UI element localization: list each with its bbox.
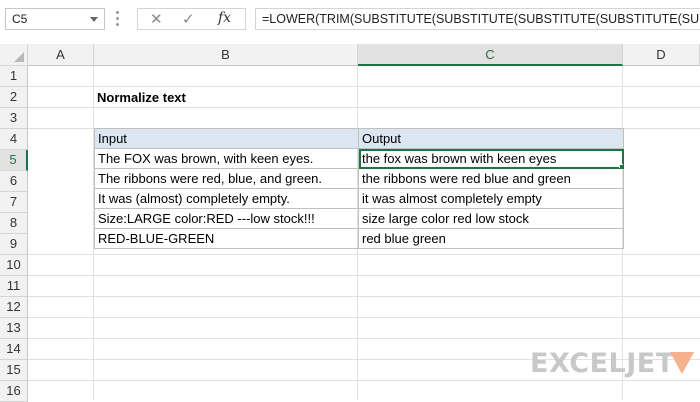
table-row: Size:LARGE color:RED ---low stock!!! siz… bbox=[94, 208, 624, 229]
row-header-9[interactable]: 9 bbox=[0, 234, 28, 255]
name-box-value: C5 bbox=[12, 12, 28, 26]
cancel-icon[interactable]: ✕ bbox=[150, 10, 163, 28]
row-header-15[interactable]: 15 bbox=[0, 360, 28, 381]
table-row: The ribbons were red, blue, and green. t… bbox=[94, 168, 624, 189]
table-header-row: Input Output bbox=[94, 128, 624, 149]
gridline bbox=[28, 317, 700, 318]
gridline bbox=[28, 86, 700, 87]
row-header-11[interactable]: 11 bbox=[0, 276, 28, 297]
formula-buttons: ✕ ✓ fx bbox=[137, 8, 246, 30]
row-header-2[interactable]: 2 bbox=[0, 87, 28, 108]
input-cell[interactable]: RED-BLUE-GREEN bbox=[94, 228, 359, 249]
input-cell[interactable]: The FOX was brown, with keen eyes. bbox=[94, 148, 359, 169]
chevron-down-icon[interactable] bbox=[90, 17, 98, 22]
output-cell[interactable]: it was almost completely empty bbox=[358, 188, 624, 209]
row-header-12[interactable]: 12 bbox=[0, 297, 28, 318]
gridline bbox=[28, 380, 700, 381]
column-header-c[interactable]: C bbox=[358, 44, 623, 66]
row-header-8[interactable]: 8 bbox=[0, 213, 28, 234]
row-header-5[interactable]: 5 bbox=[0, 150, 28, 171]
column-header-a[interactable]: A bbox=[28, 44, 94, 66]
input-cell[interactable]: Size:LARGE color:RED ---low stock!!! bbox=[94, 208, 359, 229]
row-header-1[interactable]: 1 bbox=[0, 66, 28, 87]
select-all-corner[interactable] bbox=[0, 44, 28, 66]
formula-input[interactable]: =LOWER(TRIM(SUBSTITUTE(SUBSTITUTE(SUBSTI… bbox=[255, 8, 700, 30]
output-cell[interactable]: the ribbons were red blue and green bbox=[358, 168, 624, 189]
name-box[interactable]: C5 bbox=[5, 8, 105, 30]
logo-text: EXCELJET bbox=[530, 348, 675, 379]
gridline bbox=[28, 254, 700, 255]
active-output-cell[interactable]: the fox was brown with keen eyes bbox=[358, 148, 624, 169]
output-cell[interactable]: red blue green bbox=[358, 228, 624, 249]
output-cell[interactable]: size large color red low stock bbox=[358, 208, 624, 229]
fill-handle[interactable] bbox=[619, 164, 623, 168]
output-header-cell[interactable]: Output bbox=[358, 128, 624, 149]
formula-text: =LOWER(TRIM(SUBSTITUTE(SUBSTITUTE(SUBSTI… bbox=[262, 12, 700, 26]
table-row: The FOX was brown, with keen eyes. the f… bbox=[94, 148, 624, 169]
insert-function-icon[interactable]: fx bbox=[218, 10, 231, 26]
sheet-title[interactable]: Normalize text bbox=[97, 90, 186, 105]
row-header-14[interactable]: 14 bbox=[0, 339, 28, 360]
select-all-triangle-icon bbox=[14, 52, 24, 62]
gridline bbox=[28, 338, 700, 339]
input-cell[interactable]: It was (almost) completely empty. bbox=[94, 188, 359, 209]
gridline bbox=[28, 107, 700, 108]
output-cell-text: the fox was brown with keen eyes bbox=[362, 151, 557, 166]
column-header-b[interactable]: B bbox=[94, 44, 358, 66]
formula-bar: C5 ✕ ✓ fx =LOWER(TRIM(SUBSTITUTE(SUBSTIT… bbox=[0, 0, 700, 38]
logo-mark-icon bbox=[670, 352, 694, 374]
row-header-6[interactable]: 6 bbox=[0, 171, 28, 192]
enter-icon[interactable]: ✓ bbox=[182, 10, 195, 28]
column-header-d[interactable]: D bbox=[623, 44, 700, 66]
gridline bbox=[28, 296, 700, 297]
table-row: RED-BLUE-GREEN red blue green bbox=[94, 228, 624, 249]
gridline bbox=[28, 275, 700, 276]
row-header-16[interactable]: 16 bbox=[0, 381, 28, 402]
row-header-4[interactable]: 4 bbox=[0, 129, 28, 150]
input-cell[interactable]: The ribbons were red, blue, and green. bbox=[94, 168, 359, 189]
input-header-cell[interactable]: Input bbox=[94, 128, 359, 149]
row-header-7[interactable]: 7 bbox=[0, 192, 28, 213]
table-row: It was (almost) completely empty. it was… bbox=[94, 188, 624, 209]
drag-handle-icon[interactable] bbox=[116, 11, 120, 27]
data-table: Input Output The FOX was brown, with kee… bbox=[94, 128, 624, 249]
row-header-3[interactable]: 3 bbox=[0, 108, 28, 129]
row-header-10[interactable]: 10 bbox=[0, 255, 28, 276]
row-header-13[interactable]: 13 bbox=[0, 318, 28, 339]
